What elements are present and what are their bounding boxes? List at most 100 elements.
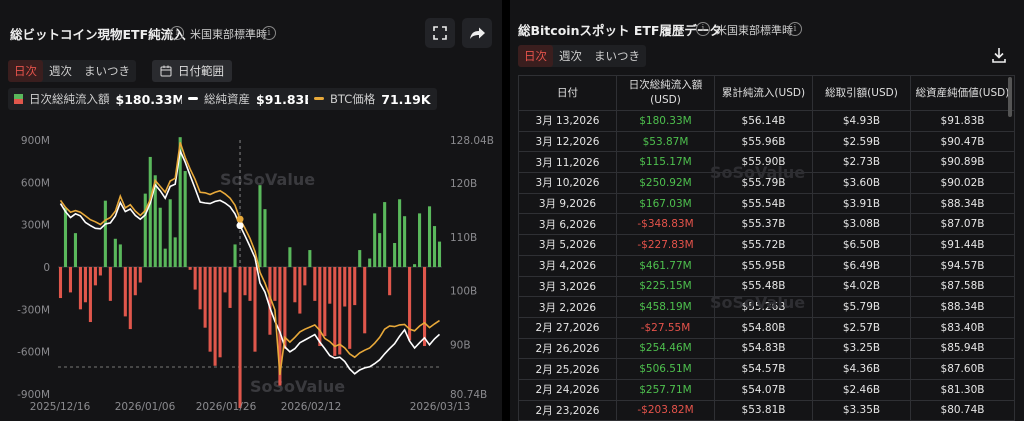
column-header[interactable]: 日付 (518, 75, 617, 111)
flow-bar (133, 267, 137, 296)
flow-bar (78, 267, 82, 310)
download-icon[interactable] (990, 46, 1008, 64)
table-cell: 3月 6,2026 (518, 213, 617, 236)
flow-bar (173, 237, 177, 267)
table-row: 3月 3,2026 $225.15M $55.48B $4.02B $87.58B (518, 275, 1015, 298)
flow-bar (323, 267, 327, 337)
flow-bar (343, 267, 347, 307)
flow-bar (228, 267, 232, 308)
table-title: 総Bitcoinスポット ETF履歴データ (518, 23, 722, 38)
flow-bar (303, 267, 307, 286)
flow-bar (403, 216, 407, 267)
flow-bar (298, 267, 302, 314)
flow-bar (318, 267, 322, 347)
flow-bar (393, 243, 397, 267)
flow-bar (248, 267, 252, 301)
table-cell: $115.17M (616, 151, 715, 174)
etf-net-inflow-panel: 総ビットコイン現物ETF純流入 i 米国東部標準時 i 日次 週次 まいつき 日… (0, 0, 502, 421)
flow-bar (273, 267, 277, 301)
flow-bar (163, 248, 167, 267)
flow-bar (238, 267, 242, 409)
table-cell: $56.14B (714, 110, 813, 132)
flow-bar (418, 213, 422, 267)
etf-flow-chart[interactable]: SoSoValue SoSoValue 900M 600M 300M 0 -300M -60… (0, 0, 502, 421)
tab-weekly[interactable]: 週次 (553, 45, 588, 67)
watermark-text: SoSoValue (250, 377, 345, 396)
flow-bar (243, 267, 247, 296)
flow-bar (213, 267, 217, 366)
info-icon[interactable]: i (788, 22, 802, 36)
table-cell: $55.54B (714, 192, 813, 215)
right-axis-tick: 120B (450, 178, 477, 190)
table-cell: $90.89B (910, 151, 1015, 174)
flow-bar (63, 207, 68, 267)
column-header[interactable]: 日次総純流入額 (USD) (616, 75, 715, 111)
table-cell: $167.03M (616, 192, 715, 215)
table-cell: $3.60B (812, 172, 911, 194)
flow-bar (118, 244, 122, 267)
flow-bar (328, 267, 332, 304)
table-cell: $2.46B (812, 378, 911, 401)
table-cell: 3月 12,2026 (518, 130, 617, 153)
table-cell: $87.60B (910, 358, 1015, 380)
table-cell: $55.79B (714, 172, 813, 194)
table-cell: -$227.83M (616, 234, 715, 256)
table-cell: $55.96B (714, 130, 813, 153)
table-row: 3月 9,2026 $167.03M $55.54B $3.91B $88.34B (518, 192, 1015, 215)
table-cell: $83.40B (910, 316, 1015, 339)
right-axis-tick: 128.04B (450, 135, 494, 147)
table-cell: $90.47B (910, 130, 1015, 153)
left-axis-tick: 900M (21, 135, 50, 147)
flow-bar (83, 267, 87, 303)
right-axis-tick: 100B (450, 286, 477, 298)
column-header[interactable]: 累計純流入(USD) (714, 75, 813, 111)
flow-bar (368, 258, 372, 267)
table-cell: $90.02B (910, 172, 1015, 194)
flow-bar (333, 267, 337, 356)
left-axis-tick: -300M (17, 304, 50, 316)
table-cell: $55.48B (714, 275, 813, 298)
table-row: 3月 6,2026 -$348.83M $55.37B $3.08B $87.07B (518, 213, 1015, 236)
flow-bar (338, 267, 342, 355)
watermark-text: SoSoValue (220, 170, 315, 189)
flow-bar (378, 233, 382, 267)
table-cell: $180.33M (616, 110, 715, 132)
table-row: 2月 24,2026 $257.71M $54.07B $2.46B $81.30B (518, 378, 1015, 401)
flow-bar (383, 202, 387, 267)
flow-bar (188, 267, 192, 270)
flow-bar (208, 267, 212, 352)
tab-monthly[interactable]: まいつき (588, 45, 646, 67)
flow-bar (198, 267, 202, 310)
table-row: 2月 25,2026 $506.51M $54.57B $4.36B $87.60B (518, 358, 1015, 380)
table-scrollbar[interactable] (1008, 75, 1014, 421)
table-row: 2月 27,2026 -$27.55M $54.80B $2.57B $83.40B (518, 316, 1015, 339)
hover-point (236, 222, 244, 230)
column-header[interactable]: 総資産純価値(USD) (910, 75, 1015, 111)
table-cell: $458.19M (616, 296, 715, 318)
table-cell: $54.83B (714, 337, 813, 360)
table-cell: $4.93B (812, 110, 911, 132)
table-cell: $6.50B (812, 234, 911, 256)
x-axis-tick: 2026/02/12 (281, 401, 342, 413)
table-cell: $55.26B (714, 296, 813, 318)
column-header[interactable]: 総取引額(USD) (812, 75, 911, 111)
table-cell: $254.46M (616, 337, 715, 360)
table-cell: $85.94B (910, 337, 1015, 360)
table-cell: $55.90B (714, 151, 813, 174)
flow-bar (93, 267, 97, 286)
table-cell: 3月 10,2026 (518, 172, 617, 194)
flow-bar (413, 264, 417, 267)
info-icon[interactable]: i (696, 22, 710, 36)
timezone-label: 米国東部標準時 (716, 24, 793, 37)
table-cell: 3月 5,2026 (518, 234, 617, 256)
flow-bar (183, 171, 187, 267)
table-cell: $54.80B (714, 316, 813, 339)
table-cell: 3月 4,2026 (518, 254, 617, 277)
scrollbar-thumb[interactable] (1008, 77, 1012, 117)
table-cell: $225.15M (616, 275, 715, 298)
table-cell: 3月 3,2026 (518, 275, 617, 298)
tab-daily[interactable]: 日次 (518, 45, 553, 67)
period-tabs: 日次 週次 まいつき (518, 45, 646, 67)
x-axis-tick: 2026/01/26 (196, 401, 257, 413)
table-row: 3月 2,2026 $458.19M $55.26B $5.79B $88.34B (518, 296, 1015, 318)
